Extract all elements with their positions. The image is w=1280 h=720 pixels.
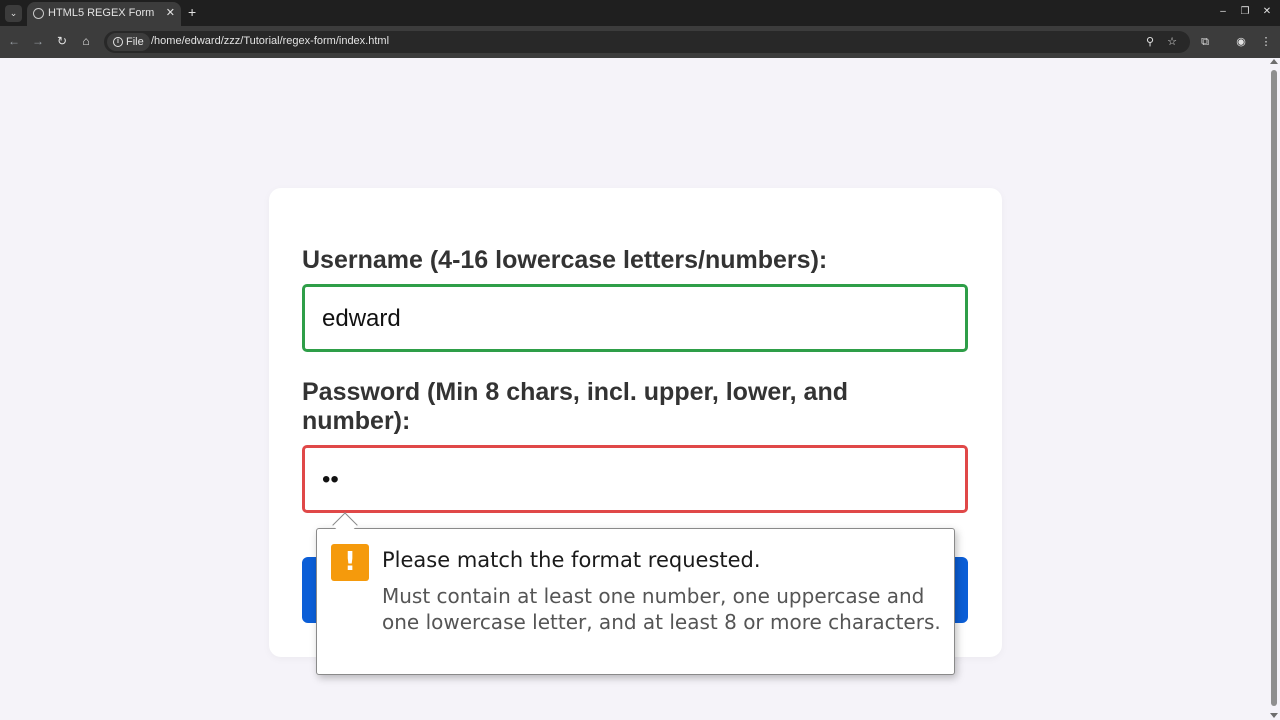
tab-title: HTML5 REGEX Form	[48, 7, 155, 19]
window-controls: – ❐ ✕	[1218, 6, 1272, 18]
scroll-down-icon[interactable]	[1270, 713, 1278, 718]
url-text[interactable]: /home/edward/zzz/Tutorial/regex-form/ind…	[151, 35, 389, 47]
validation-message: Must contain at least one number, one up…	[382, 584, 941, 634]
scrollbar[interactable]	[1268, 58, 1280, 720]
site-chip-label: File	[126, 36, 144, 48]
forward-icon[interactable]: →	[30, 33, 46, 49]
tab-search-icon[interactable]: ⌄	[5, 5, 22, 22]
tab-strip: ⌄ HTML5 REGEX Form ✕ + – ❐ ✕	[0, 0, 1280, 26]
address-bar[interactable]: i File /home/edward/zzz/Tutorial/regex-f…	[104, 31, 1190, 53]
tab-active[interactable]: HTML5 REGEX Form ✕	[27, 2, 181, 26]
scroll-thumb[interactable]	[1271, 70, 1277, 706]
close-window-icon[interactable]: ✕	[1262, 6, 1272, 18]
tab-close-icon[interactable]: ✕	[166, 6, 175, 19]
bookmark-star-icon[interactable]: ☆	[1164, 34, 1180, 50]
password-input[interactable]: ••	[302, 445, 968, 513]
validation-title: Please match the format requested.	[382, 548, 761, 572]
username-input[interactable]: edward	[302, 284, 968, 352]
new-tab-button[interactable]: +	[188, 4, 196, 20]
menu-icon[interactable]: ⋮	[1258, 34, 1274, 50]
username-label: Username (4-16 lowercase letters/numbers…	[302, 246, 828, 274]
restore-icon[interactable]: ❐	[1240, 6, 1250, 18]
info-icon: i	[113, 37, 123, 47]
reload-icon[interactable]: ↻	[54, 33, 70, 49]
zoom-icon[interactable]: ⚲	[1142, 34, 1158, 50]
browser-toolbar: ← → ↻ ⌂ i File /home/edward/zzz/Tutorial…	[0, 26, 1280, 58]
validation-tooltip: ! Please match the format requested. Mus…	[316, 528, 955, 675]
scroll-up-icon[interactable]	[1270, 59, 1278, 64]
extensions-icon[interactable]: ⧉	[1197, 34, 1213, 50]
home-icon[interactable]: ⌂	[78, 33, 94, 49]
page-favicon-icon	[33, 8, 44, 19]
back-icon[interactable]: ←	[6, 33, 22, 49]
minimize-icon[interactable]: –	[1218, 6, 1228, 18]
warning-icon: !	[331, 544, 369, 581]
password-label: Password (Min 8 chars, incl. upper, lowe…	[302, 378, 848, 435]
site-info-chip[interactable]: i File	[107, 33, 150, 51]
profile-icon[interactable]: ◉	[1233, 34, 1249, 50]
